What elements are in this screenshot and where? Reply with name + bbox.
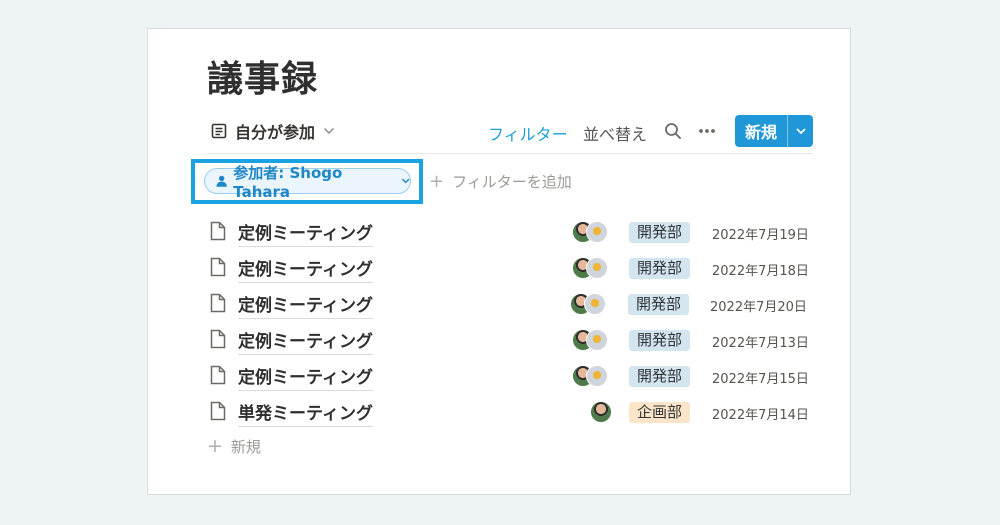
table-row[interactable]: 単発ミーティング 企画部 2022年7月14日 bbox=[207, 393, 813, 429]
department-tag: 開発部 bbox=[629, 366, 691, 387]
row-date: 2022年7月18日 bbox=[712, 264, 809, 279]
department-tag: 開発部 bbox=[629, 222, 691, 243]
row-title[interactable]: 定例ミーティング bbox=[238, 363, 373, 391]
view-switcher[interactable]: 自分が参加 bbox=[207, 117, 335, 145]
avatar-bear bbox=[586, 365, 608, 387]
department-tag: 開発部 bbox=[629, 258, 691, 279]
document-icon bbox=[210, 293, 226, 313]
view-label: 自分が参加 bbox=[235, 123, 316, 142]
filter-chip-label: 参加者: Shogo Tahara bbox=[233, 163, 343, 201]
row-title[interactable]: 定例ミーティング bbox=[238, 327, 373, 355]
new-button-dropdown[interactable] bbox=[787, 115, 813, 147]
avatar-bear bbox=[584, 293, 606, 315]
table-row[interactable]: 定例ミーティング 開発部 2022年7月20日 bbox=[207, 285, 813, 321]
document-icon bbox=[210, 365, 226, 385]
table-row[interactable]: 定例ミーティング 開発部 2022年7月19日 bbox=[207, 213, 813, 249]
avatar-bear bbox=[586, 257, 608, 279]
document-icon bbox=[210, 257, 226, 277]
document-icon bbox=[210, 329, 226, 349]
row-date: 2022年7月20日 bbox=[710, 300, 807, 315]
search-icon[interactable] bbox=[664, 122, 682, 140]
add-new-row-button[interactable]: + 新規 bbox=[207, 435, 261, 457]
chevron-down-icon bbox=[401, 178, 410, 184]
avatar-person bbox=[590, 401, 612, 423]
filter-chip-participant[interactable]: 参加者: Shogo Tahara bbox=[204, 164, 411, 201]
chevron-down-icon bbox=[795, 128, 806, 135]
row-date: 2022年7月19日 bbox=[712, 228, 809, 243]
new-row-label: 新規 bbox=[230, 437, 261, 456]
plus-icon: + bbox=[207, 435, 223, 457]
people-icon bbox=[216, 175, 227, 187]
table-row[interactable]: 定例ミーティング 開発部 2022年7月15日 bbox=[207, 357, 813, 393]
new-button[interactable]: 新規 bbox=[735, 115, 787, 147]
department-tag: 開発部 bbox=[628, 294, 690, 315]
row-title[interactable]: 定例ミーティング bbox=[238, 255, 373, 283]
document-icon bbox=[210, 401, 226, 421]
row-date: 2022年7月13日 bbox=[712, 336, 809, 351]
row-title[interactable]: 定例ミーティング bbox=[238, 219, 373, 247]
plus-icon: + bbox=[429, 171, 445, 192]
table-row[interactable]: 定例ミーティング 開発部 2022年7月18日 bbox=[207, 249, 813, 285]
sort-button[interactable]: 並べ替え bbox=[583, 121, 647, 145]
row-title[interactable]: 単発ミーティング bbox=[238, 399, 373, 427]
database-toolbar: 自分が参加 フィルター 並べ替え 新規 bbox=[207, 112, 813, 152]
avatar-bear bbox=[586, 221, 608, 243]
add-filter-label: フィルターを追加 bbox=[452, 173, 572, 191]
toolbar-divider bbox=[207, 153, 813, 154]
row-title[interactable]: 定例ミーティング bbox=[238, 291, 373, 319]
row-date: 2022年7月15日 bbox=[712, 372, 809, 387]
department-tag: 開発部 bbox=[629, 330, 691, 351]
page-list-icon bbox=[211, 123, 227, 139]
chevron-down-icon bbox=[323, 127, 335, 135]
more-icon[interactable] bbox=[697, 122, 717, 140]
department-tag: 企画部 bbox=[629, 402, 691, 423]
avatar-bear bbox=[586, 329, 608, 351]
add-filter-button[interactable]: + フィルターを追加 bbox=[429, 171, 572, 192]
filter-button[interactable]: フィルター bbox=[488, 121, 568, 145]
page-title: 議事録 bbox=[207, 59, 319, 100]
row-date: 2022年7月14日 bbox=[712, 408, 809, 423]
document-icon bbox=[210, 221, 226, 241]
new-button-group: 新規 bbox=[735, 115, 813, 147]
table-row[interactable]: 定例ミーティング 開発部 2022年7月13日 bbox=[207, 321, 813, 357]
